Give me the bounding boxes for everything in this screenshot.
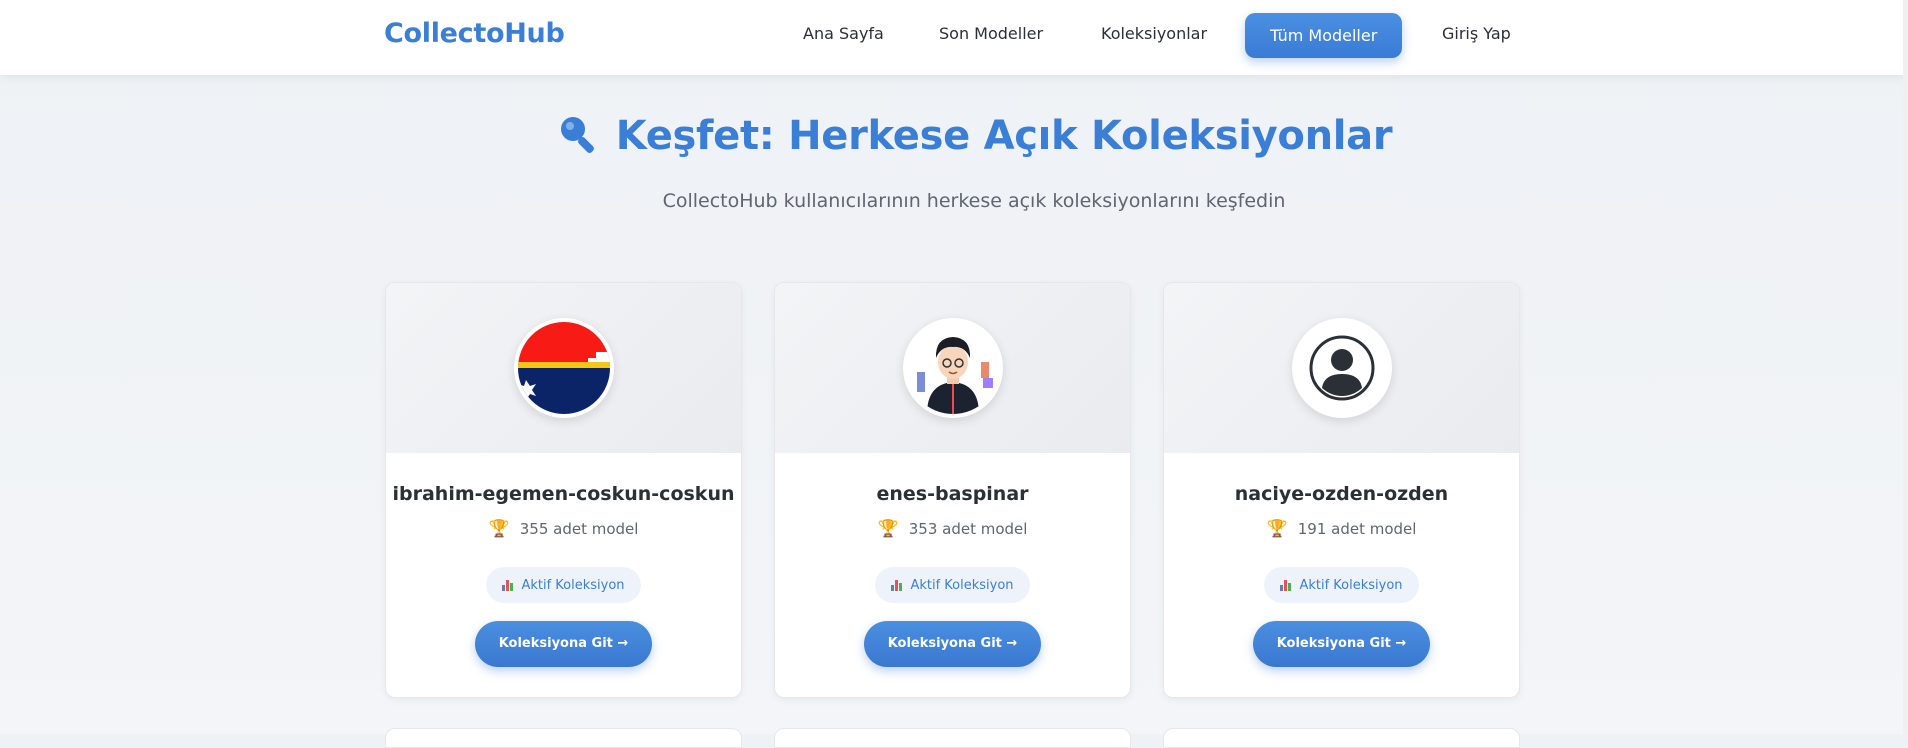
magnifier-icon — [556, 112, 600, 160]
default-user-avatar[interactable] — [1291, 318, 1392, 418]
page-subtitle: CollectoHub kullanıcılarının herkese açı… — [662, 190, 1286, 212]
status-badge: Aktif Koleksiyon — [1264, 567, 1419, 603]
nav-ana-sayfa[interactable]: Ana Sayfa — [803, 24, 884, 43]
model-count: 🏆 191 adet model — [1164, 519, 1519, 539]
card-header — [386, 283, 741, 453]
model-count-text: 353 adet model — [908, 520, 1028, 538]
navbar: CollectoHub Ana Sayfa Son Modeller Kolek… — [0, 0, 1908, 75]
next-card-row — [385, 728, 1520, 748]
model-count-text: 191 adet model — [1297, 520, 1417, 538]
trophy-icon: 🏆 — [1266, 519, 1288, 539]
status-badge: Aktif Koleksiyon — [875, 567, 1030, 603]
collection-card: enes-baspinar 🏆 353 adet model Aktif Kol… — [774, 282, 1131, 698]
collection-owner-name[interactable]: ibrahim-egemen-coskun-coskun — [386, 483, 741, 505]
model-count-text: 355 adet model — [519, 520, 639, 538]
go-to-collection-button[interactable]: Koleksiyona Git → — [1252, 621, 1431, 667]
collection-card-partial — [1163, 728, 1520, 748]
illustrated-person-avatar[interactable] — [902, 318, 1003, 418]
status-badge-label: Aktif Koleksiyon — [521, 577, 625, 593]
status-badge-label: Aktif Koleksiyon — [910, 577, 1014, 593]
go-to-collection-button[interactable]: Koleksiyona Git → — [863, 621, 1042, 667]
collection-card: ibrahim-egemen-coskun-coskun 🏆 355 adet … — [385, 282, 742, 698]
collection-owner-name[interactable]: naciye-ozden-ozden — [1164, 483, 1519, 505]
trophy-icon: 🏆 — [877, 519, 899, 539]
status-badge: Aktif Koleksiyon — [486, 567, 641, 603]
hero-title: Keşfet: Herkese Açık Koleksiyonlar — [0, 112, 1908, 160]
status-badge-label: Aktif Koleksiyon — [1299, 577, 1403, 593]
bar-chart-icon — [1280, 579, 1292, 591]
collection-card-partial — [385, 728, 742, 748]
page-scrollbar[interactable] — [1903, 0, 1908, 734]
collection-owner-name[interactable]: enes-baspinar — [775, 483, 1130, 505]
collection-card-partial — [774, 728, 1131, 748]
collection-cards: ibrahim-egemen-coskun-coskun 🏆 355 adet … — [385, 282, 1520, 698]
trophy-icon: 🏆 — [488, 519, 510, 539]
collection-card: naciye-ozden-ozden 🏆 191 adet model Akti… — [1163, 282, 1520, 698]
model-count: 🏆 355 adet model — [386, 519, 741, 539]
bar-chart-icon — [891, 579, 903, 591]
card-header — [775, 283, 1130, 453]
nav-giris-yap[interactable]: Giriş Yap — [1442, 24, 1511, 43]
flag-avatar[interactable] — [513, 318, 614, 418]
nav-tum-modeller[interactable]: Tüm Modeller — [1245, 13, 1403, 58]
card-header — [1164, 283, 1519, 453]
nav-koleksiyonlar[interactable]: Koleksiyonlar — [1101, 24, 1207, 43]
page-title: Keşfet: Herkese Açık Koleksiyonlar — [615, 113, 1393, 159]
nav-son-modeller[interactable]: Son Modeller — [939, 24, 1043, 43]
bar-chart-icon — [502, 579, 514, 591]
model-count: 🏆 353 adet model — [775, 519, 1130, 539]
main-nav: Ana Sayfa Son Modeller Koleksiyonlar Tüm… — [0, 0, 1908, 75]
go-to-collection-button[interactable]: Koleksiyona Git → — [474, 621, 653, 667]
